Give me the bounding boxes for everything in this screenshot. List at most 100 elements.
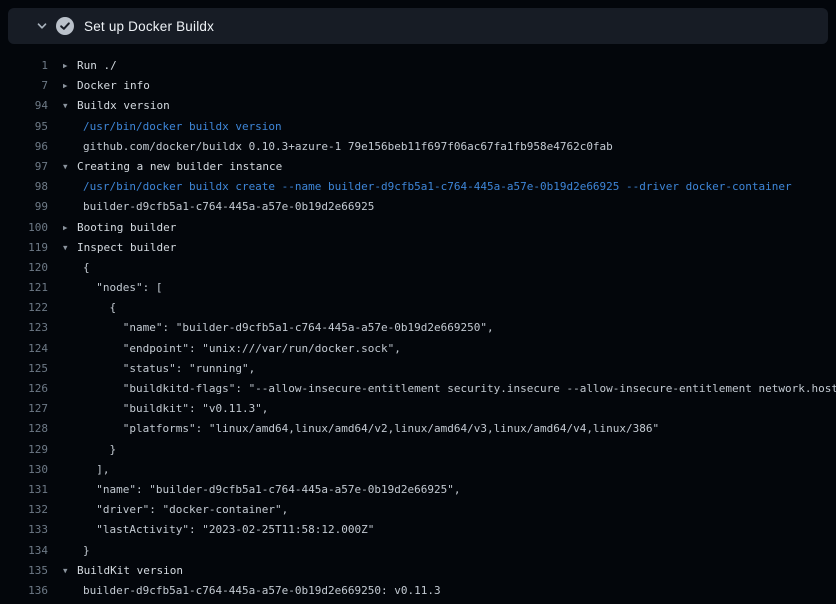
line-number: 134 xyxy=(0,541,48,561)
log-row[interactable]: 1 ▶ Run ./ xyxy=(0,56,836,76)
line-number: 94 xyxy=(0,96,48,116)
log-text: "buildkitd-flags": "--allow-insecure-ent… xyxy=(63,379,836,399)
log-row: 125 "status": "running", xyxy=(0,359,836,379)
line-number: 131 xyxy=(0,480,48,500)
group-toggle-icon[interactable]: ▼ xyxy=(63,96,77,116)
line-number: 123 xyxy=(0,318,48,338)
group-toggle-icon[interactable]: ▶ xyxy=(63,76,77,96)
log-line-content: } xyxy=(63,440,116,460)
log-row: 129 } xyxy=(0,440,836,460)
line-number: 120 xyxy=(0,258,48,278)
log-line-content: ▼ Creating a new builder instance xyxy=(63,157,282,177)
log-row: 95 /usr/bin/docker buildx version xyxy=(0,117,836,137)
log-row: 96 github.com/docker/buildx 0.10.3+azure… xyxy=(0,137,836,157)
chevron-down-icon[interactable] xyxy=(36,20,48,32)
log-text: /usr/bin/docker buildx version xyxy=(63,117,282,137)
log-text: Creating a new builder instance xyxy=(77,157,282,177)
log-row: 123 "name": "builder-d9cfb5a1-c764-445a-… xyxy=(0,318,836,338)
actions-log-viewer: Set up Docker Buildx 1 ▶ Run ./ 7 ▶ Dock… xyxy=(0,0,836,604)
log-row[interactable]: 94 ▼ Buildx version xyxy=(0,96,836,116)
log-line-content: ], xyxy=(63,460,110,480)
log-row: 131 "name": "builder-d9cfb5a1-c764-445a-… xyxy=(0,480,836,500)
log-text: ], xyxy=(63,460,110,480)
log-row: 132 "driver": "docker-container", xyxy=(0,500,836,520)
line-number: 95 xyxy=(0,117,48,137)
log-text: "name": "builder-d9cfb5a1-c764-445a-a57e… xyxy=(63,318,494,338)
line-number: 100 xyxy=(0,218,48,238)
group-toggle-icon[interactable]: ▼ xyxy=(63,157,77,177)
line-number: 7 xyxy=(0,76,48,96)
line-number: 119 xyxy=(0,238,48,258)
line-number: 125 xyxy=(0,359,48,379)
log-text: "driver": "docker-container", xyxy=(63,500,288,520)
line-number: 127 xyxy=(0,399,48,419)
line-number: 1 xyxy=(0,56,48,76)
log-row: 128 "platforms": "linux/amd64,linux/amd6… xyxy=(0,419,836,439)
line-number: 99 xyxy=(0,197,48,217)
log-row[interactable]: 7 ▶ Docker info xyxy=(0,76,836,96)
log-line-content: "driver": "docker-container", xyxy=(63,500,288,520)
log-text: "endpoint": "unix:///var/run/docker.sock… xyxy=(63,339,401,359)
log-line-content: } xyxy=(63,541,90,561)
line-number: 124 xyxy=(0,339,48,359)
log-line-content: { xyxy=(63,298,116,318)
log-text: builder-d9cfb5a1-c764-445a-a57e-0b19d2e6… xyxy=(63,197,374,217)
log-line-content: builder-d9cfb5a1-c764-445a-a57e-0b19d2e6… xyxy=(63,197,374,217)
log-row: 122 { xyxy=(0,298,836,318)
log-line-content: github.com/docker/buildx 0.10.3+azure-1 … xyxy=(63,137,613,157)
log-text: Buildx version xyxy=(77,96,170,116)
log-line-content: builder-d9cfb5a1-c764-445a-a57e-0b19d2e6… xyxy=(63,581,441,601)
log-area: 1 ▶ Run ./ 7 ▶ Docker info 94 ▼ Buildx v… xyxy=(0,44,836,604)
log-row: 124 "endpoint": "unix:///var/run/docker.… xyxy=(0,339,836,359)
log-row: 133 "lastActivity": "2023-02-25T11:58:12… xyxy=(0,520,836,540)
log-text: Inspect builder xyxy=(77,238,176,258)
log-text: "nodes": [ xyxy=(63,278,162,298)
log-text: github.com/docker/buildx 0.10.3+azure-1 … xyxy=(63,137,613,157)
line-number: 130 xyxy=(0,460,48,480)
line-number: 128 xyxy=(0,419,48,439)
log-row: 130 ], xyxy=(0,460,836,480)
step-header[interactable]: Set up Docker Buildx xyxy=(8,8,828,44)
group-toggle-icon[interactable]: ▶ xyxy=(63,218,77,238)
log-line-content: "platforms": "linux/amd64,linux/amd64/v2… xyxy=(63,419,659,439)
log-row: 121 "nodes": [ xyxy=(0,278,836,298)
log-row: 98 /usr/bin/docker buildx create --name … xyxy=(0,177,836,197)
log-text: builder-d9cfb5a1-c764-445a-a57e-0b19d2e6… xyxy=(63,581,441,601)
log-text: Run ./ xyxy=(77,56,117,76)
log-row[interactable]: 119 ▼ Inspect builder xyxy=(0,238,836,258)
log-line-content: ▼ Inspect builder xyxy=(63,238,176,258)
log-line-content: "name": "builder-d9cfb5a1-c764-445a-a57e… xyxy=(63,480,461,500)
log-row: 136 builder-d9cfb5a1-c764-445a-a57e-0b19… xyxy=(0,581,836,601)
log-line-content: ▼ Buildx version xyxy=(63,96,170,116)
line-number: 136 xyxy=(0,581,48,601)
log-text: { xyxy=(63,298,116,318)
log-row: 126 "buildkitd-flags": "--allow-insecure… xyxy=(0,379,836,399)
log-row: 127 "buildkit": "v0.11.3", xyxy=(0,399,836,419)
group-toggle-icon[interactable]: ▼ xyxy=(63,238,77,258)
log-line-content: { xyxy=(63,258,90,278)
log-text: /usr/bin/docker buildx create --name bui… xyxy=(63,177,792,197)
log-text: Docker info xyxy=(77,76,150,96)
log-text: BuildKit version xyxy=(77,561,183,581)
log-row[interactable]: 135 ▼ BuildKit version xyxy=(0,561,836,581)
log-row: 120 { xyxy=(0,258,836,278)
log-text: Booting builder xyxy=(77,218,176,238)
log-line-content: "nodes": [ xyxy=(63,278,162,298)
log-text: "lastActivity": "2023-02-25T11:58:12.000… xyxy=(63,520,374,540)
log-line-content: /usr/bin/docker buildx create --name bui… xyxy=(63,177,792,197)
log-row[interactable]: 100 ▶ Booting builder xyxy=(0,218,836,238)
log-line-content: "name": "builder-d9cfb5a1-c764-445a-a57e… xyxy=(63,318,494,338)
step-title: Set up Docker Buildx xyxy=(84,19,214,34)
log-row[interactable]: 97 ▼ Creating a new builder instance xyxy=(0,157,836,177)
log-text: "platforms": "linux/amd64,linux/amd64/v2… xyxy=(63,419,659,439)
group-toggle-icon[interactable]: ▼ xyxy=(63,561,77,581)
log-line-content: "buildkit": "v0.11.3", xyxy=(63,399,268,419)
log-line-content: "endpoint": "unix:///var/run/docker.sock… xyxy=(63,339,401,359)
log-line-content: "lastActivity": "2023-02-25T11:58:12.000… xyxy=(63,520,374,540)
log-line-content: ▶ Docker info xyxy=(63,76,150,96)
log-text: { xyxy=(63,258,90,278)
log-text: "name": "builder-d9cfb5a1-c764-445a-a57e… xyxy=(63,480,461,500)
line-number: 135 xyxy=(0,561,48,581)
line-number: 126 xyxy=(0,379,48,399)
group-toggle-icon[interactable]: ▶ xyxy=(63,56,77,76)
